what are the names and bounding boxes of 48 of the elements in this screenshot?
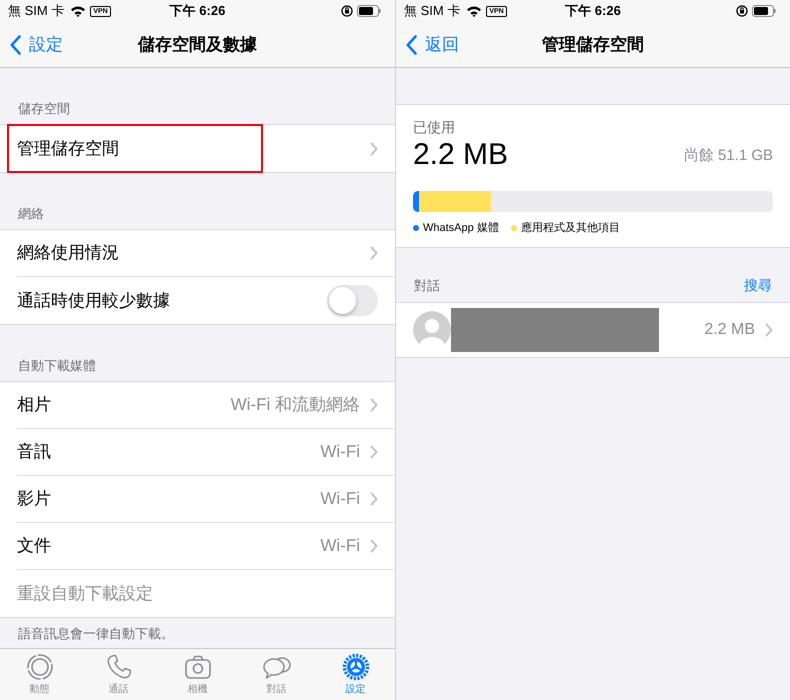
legend-label: 應用程式及其他項目 xyxy=(520,220,620,236)
chevron-icon xyxy=(765,322,773,336)
back-chevron-icon xyxy=(10,34,21,54)
legend-label: WhatsApp 媒體 xyxy=(423,221,499,236)
wifi-icon xyxy=(70,5,86,17)
carrier-label: 無 SIM 卡 xyxy=(404,2,460,20)
screen-title: 管理儲存空間 xyxy=(542,34,644,54)
carrier-label: 無 SIM 卡 xyxy=(8,2,64,20)
settings-row[interactable]: 管理儲存空間 xyxy=(8,125,262,172)
chevron-icon xyxy=(370,492,378,506)
back-button[interactable]: 返回 xyxy=(396,30,465,58)
camera-icon xyxy=(184,652,212,680)
phone-icon xyxy=(104,652,132,680)
chevron-icon xyxy=(370,398,378,412)
rotation-lock-icon xyxy=(736,5,748,17)
clock-time: 下午 6:26 xyxy=(565,2,621,20)
chevron-icon xyxy=(370,246,378,260)
back-button[interactable]: 設定 xyxy=(0,30,69,58)
used-label: 已使用 xyxy=(413,118,456,137)
setting-label: 通話時使用較少數據 xyxy=(17,290,170,312)
free-space: 尚餘 51.1 GB xyxy=(684,146,773,166)
wifi-icon xyxy=(466,5,482,17)
toggle-switch[interactable] xyxy=(327,285,378,316)
avatar-icon xyxy=(413,310,451,348)
chat-row[interactable]: 2.2 MB xyxy=(396,302,790,356)
status-icon xyxy=(26,652,54,680)
settings-icon xyxy=(342,652,370,680)
tab-bar-item[interactable]: 動態 xyxy=(0,649,79,700)
chevron-icon xyxy=(370,142,378,156)
tab-bar-item[interactable]: 對話 xyxy=(237,649,316,700)
chevron-icon xyxy=(370,539,378,553)
chevron-icon xyxy=(370,445,378,459)
section-header: 對話 xyxy=(414,277,440,295)
rotation-lock-icon xyxy=(341,5,353,17)
back-chevron-icon xyxy=(406,34,417,54)
screen-title: 儲存空間及數據 xyxy=(138,34,257,54)
used-amount: 2.2 MB xyxy=(413,138,508,171)
section-header: 網絡 xyxy=(18,204,44,222)
tab-bar-item[interactable]: 相機 xyxy=(158,649,237,700)
tab-bar-item[interactable]: 設定 xyxy=(316,649,395,700)
section-header: 自動下載媒體 xyxy=(18,356,96,374)
section-footer: 語音訊息會一律自動下載。 xyxy=(0,618,395,644)
search-link[interactable]: 搜尋 xyxy=(744,274,772,296)
tab-bar-item[interactable]: 通話 xyxy=(79,649,158,700)
section-header: 儲存空間 xyxy=(18,100,70,118)
battery-icon xyxy=(752,5,776,17)
clock-time: 下午 6:26 xyxy=(170,2,226,20)
battery-icon xyxy=(357,5,381,17)
